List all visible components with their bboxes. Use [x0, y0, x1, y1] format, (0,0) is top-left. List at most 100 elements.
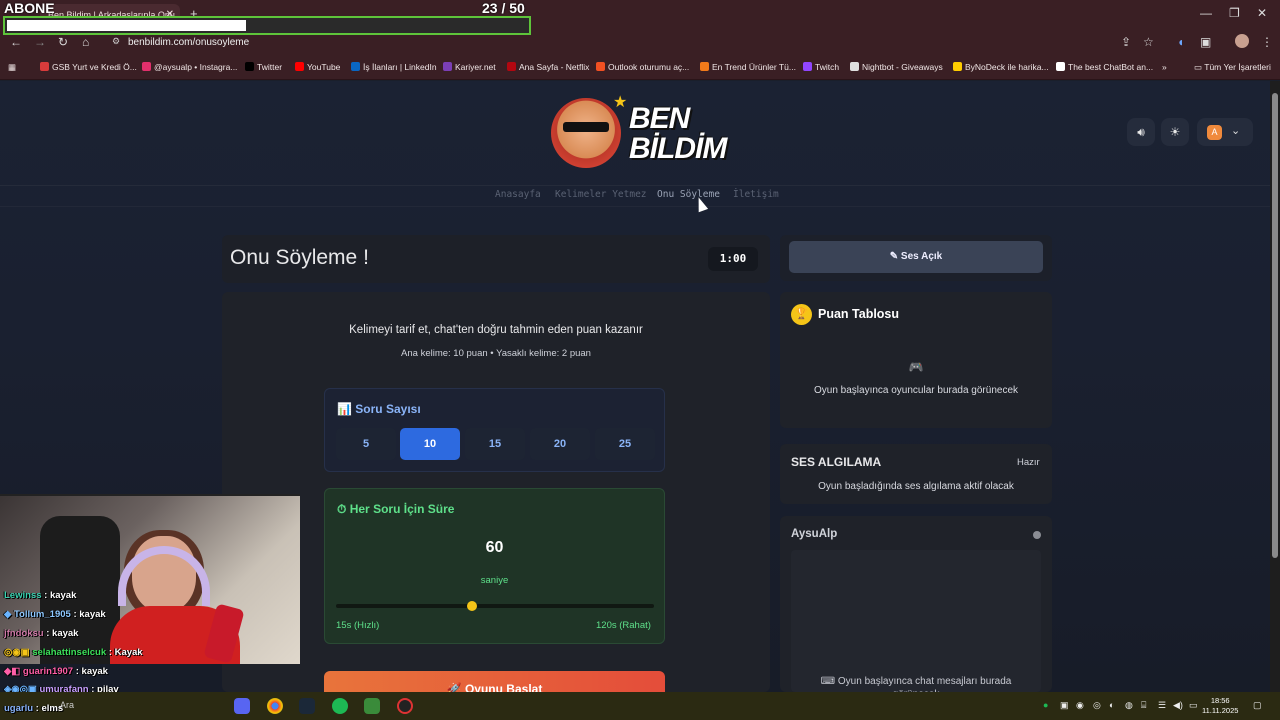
bookmark-item[interactable]: İş İlanları | LinkedIn: [351, 62, 437, 72]
more-bookmarks-button[interactable]: »: [1162, 62, 1167, 72]
count-option-5[interactable]: 5: [336, 428, 396, 460]
bookmark-item[interactable]: Ana Sayfa - Netflix: [507, 62, 589, 72]
chat-message: ugarlu : elms: [4, 703, 64, 714]
bookmark-star-icon[interactable]: ☆: [1143, 35, 1154, 49]
battery-icon[interactable]: ▭: [1189, 700, 1198, 711]
network-icon[interactable]: ⌸: [1141, 700, 1146, 711]
chatbot-icon: [1056, 62, 1065, 71]
home-icon[interactable]: ⌂: [82, 35, 89, 49]
game-description: Kelimeyi tarif et, chat'ten doğru tahmin…: [349, 324, 643, 336]
count-option-10[interactable]: 10: [400, 428, 460, 460]
stopwatch-icon: ⏱: [337, 502, 347, 516]
nav-link-onu-soyleme[interactable]: Onu Söyleme: [657, 189, 720, 200]
theme-toggle-button[interactable]: ☀: [1161, 118, 1189, 146]
reload-icon[interactable]: ↻: [58, 35, 68, 49]
voice-detection-status: Hazır: [1017, 457, 1040, 468]
volume-icon[interactable]: ◀): [1173, 700, 1183, 711]
bookmark-item[interactable]: Twitch: [803, 62, 839, 72]
nav-link-iletisim[interactable]: İletişim: [733, 189, 779, 200]
chat-message: ◎◉▣ selahattinselcuk : Kayak: [4, 647, 143, 658]
time-slider-track[interactable]: [336, 604, 654, 608]
speaker-icon: 🔊︎: [1137, 125, 1145, 139]
logo-mascot: [551, 98, 621, 168]
tray-icon[interactable]: ◎: [1093, 700, 1101, 711]
wifi-icon[interactable]: ☰: [1158, 700, 1166, 711]
chat-message: jfndoksu : kayak: [4, 628, 79, 639]
page-scrollbar[interactable]: [1270, 81, 1280, 692]
gamepad-icon: 🎮: [908, 360, 924, 374]
time-max-label: 120s (Rahat): [596, 620, 651, 631]
nav-link-anasayfa[interactable]: Anasayfa: [495, 189, 541, 200]
bookmark-item[interactable]: GSB Yurt ve Kredi Ö...: [40, 62, 137, 72]
site-logo[interactable]: ★ BEN BİLDİM: [551, 92, 727, 178]
apps-icon[interactable]: ▦: [8, 62, 16, 73]
maximize-button[interactable]: ❐: [1229, 6, 1240, 20]
url-field[interactable]: benbildim.com/onusoyleme: [128, 37, 249, 48]
count-option-20[interactable]: 20: [530, 428, 590, 460]
chat-status-dot: [1033, 531, 1041, 539]
chrome-icon[interactable]: [267, 698, 283, 714]
store-icon[interactable]: [364, 698, 380, 714]
extension-icon[interactable]: ◖: [1177, 35, 1184, 49]
outlook-icon: [596, 62, 605, 71]
tray-icon[interactable]: ▣: [1060, 700, 1069, 711]
bookmark-item[interactable]: YouTube: [295, 62, 340, 72]
system-clock[interactable]: 18:56 11.11.2025: [1202, 696, 1238, 716]
sound-toggle-button[interactable]: ✎ Ses Açık: [789, 241, 1043, 273]
spotify-icon[interactable]: [332, 698, 348, 714]
tray-icon[interactable]: ◐: [1109, 700, 1114, 710]
keyboard-icon: ⌨: [820, 676, 836, 687]
notification-icon[interactable]: ▢: [1253, 700, 1262, 711]
install-icon[interactable]: ⇪: [1121, 35, 1131, 49]
back-icon[interactable]: ←: [10, 35, 22, 49]
logo-text: BEN BİLDİM: [629, 102, 727, 165]
user-menu-button[interactable]: A ⌄: [1197, 118, 1253, 146]
tray-icon[interactable]: ◉: [1076, 700, 1084, 711]
bookmark-item[interactable]: The best ChatBot an...: [1056, 62, 1153, 72]
discord-icon[interactable]: [234, 698, 250, 714]
folder-icon: ▭: [1194, 62, 1205, 72]
nav-link-kelimeler-yetmez[interactable]: Kelimeler Yetmez: [555, 189, 647, 200]
minimize-button[interactable]: —: [1200, 6, 1212, 20]
bookmark-item[interactable]: ByNoDeck ile harika...: [953, 62, 1049, 72]
spotify-tray-icon[interactable]: ●: [1043, 700, 1048, 710]
instagram-icon: [142, 62, 151, 71]
game-timer: 1:00: [708, 247, 758, 271]
points-info: Ana kelime: 10 puan • Yasaklı kelime: 2 …: [401, 348, 591, 359]
trophy-icon: 🏆: [791, 304, 812, 325]
question-count-title: 📊 Soru Sayısı: [337, 402, 421, 416]
bookmark-item[interactable]: Nightbot - Giveaways: [850, 62, 943, 72]
chat-message: ◆◧ guarin1907 : kayak: [4, 666, 108, 677]
star-icon: ★: [613, 94, 628, 111]
all-bookmarks-button[interactable]: ▭ Tüm Yer İşaretleri: [1194, 62, 1271, 73]
subscriber-goal-fill: [7, 20, 246, 31]
count-option-25[interactable]: 25: [595, 428, 655, 460]
menu-icon[interactable]: ⋮: [1261, 35, 1273, 49]
leaderboard-title: Puan Tablosu: [818, 307, 900, 321]
bookmark-item[interactable]: @aysualp • Instagra...: [142, 62, 237, 72]
taskbar-search[interactable]: Ara: [60, 700, 74, 710]
tray-icon[interactable]: ◍: [1125, 700, 1133, 711]
bookmark-item[interactable]: En Trend Ürünler Tü...: [700, 62, 796, 72]
scroll-thumb[interactable]: [1272, 93, 1278, 558]
kariyer-icon: [443, 62, 452, 71]
chart-icon: 📊: [337, 402, 352, 416]
subscriber-counter: 23 / 50: [482, 0, 525, 16]
site-info-icon[interactable]: ⚙: [112, 36, 120, 47]
extensions-puzzle-icon[interactable]: ▣: [1200, 35, 1211, 49]
bookmark-item[interactable]: Twitter: [245, 62, 282, 72]
bookmark-item[interactable]: Kariyer.net: [443, 62, 496, 72]
forward-icon[interactable]: →: [34, 35, 46, 49]
bookmark-item[interactable]: Outlook oturumu aç...: [596, 62, 689, 72]
steam-icon[interactable]: [299, 698, 315, 714]
close-window-button[interactable]: ✕: [1257, 6, 1267, 20]
obs-icon[interactable]: [397, 698, 413, 714]
time-min-label: 15s (Hızlı): [336, 620, 380, 631]
netflix-icon: [507, 62, 516, 71]
time-value: 60: [485, 539, 504, 556]
logo-sunglasses: [563, 122, 609, 132]
nightbot-icon: [850, 62, 859, 71]
profile-avatar[interactable]: [1235, 34, 1249, 48]
volume-button[interactable]: 🔊︎: [1127, 118, 1155, 146]
count-option-15[interactable]: 15: [465, 428, 525, 460]
